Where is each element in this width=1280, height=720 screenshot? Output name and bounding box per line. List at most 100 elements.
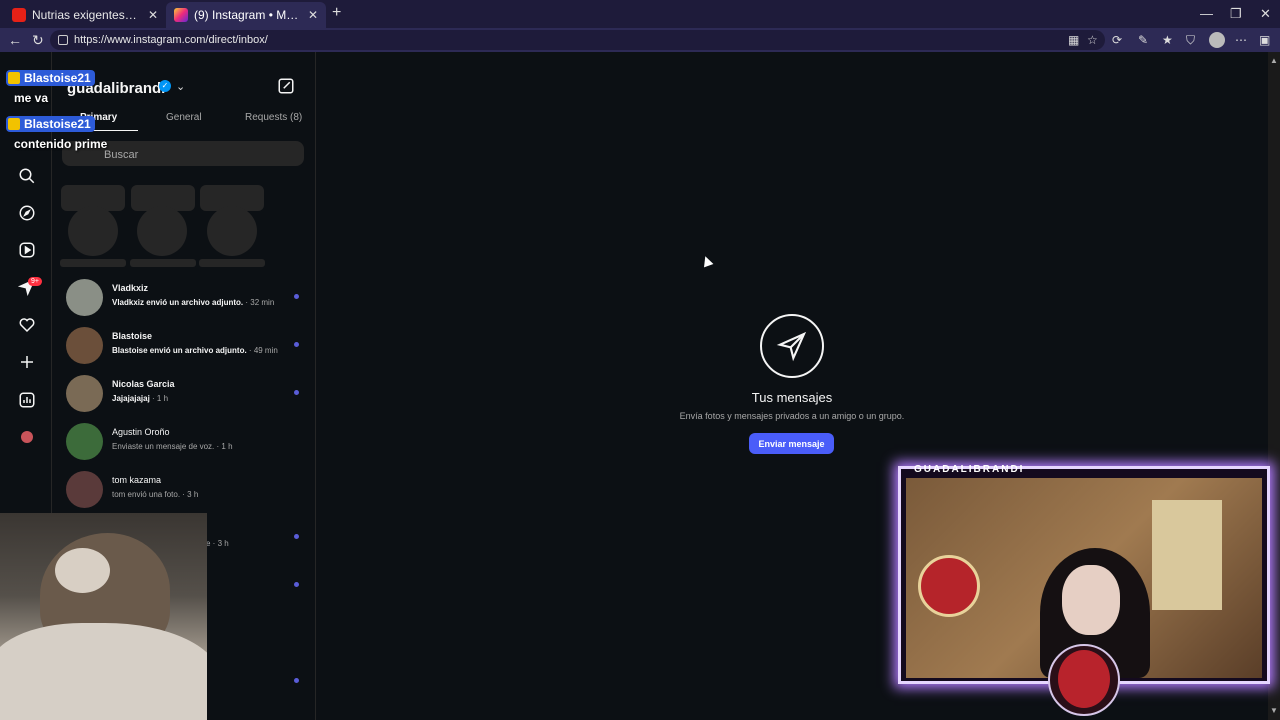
minimize-icon[interactable]: — — [1200, 6, 1213, 21]
scroll-down-icon[interactable]: ▼ — [1270, 706, 1278, 715]
compose-icon[interactable] — [277, 77, 295, 100]
conversation-name: Agustin Oroño — [112, 427, 170, 437]
subscriber-badge-icon — [8, 118, 20, 130]
notes-name-skeleton — [199, 259, 265, 267]
streamer-face — [1062, 565, 1120, 635]
notes-name-skeleton — [130, 259, 196, 267]
search-icon[interactable] — [17, 166, 37, 186]
tab-youtube[interactable]: Nutrias exigentes desayunan con ¡ ✕ — [4, 2, 166, 28]
address-bar: ← ↻ https://www.instagram.com/direct/inb… — [0, 28, 1280, 52]
conversation-name: Vladkxiz — [112, 283, 149, 293]
search-placeholder: Buscar — [104, 149, 139, 161]
messages-empty-icon — [760, 314, 824, 378]
notes-name-skeleton — [60, 259, 126, 267]
refresh-extension-icon[interactable]: ⟳ — [1112, 33, 1122, 47]
tab-title: Nutrias exigentes desayunan con ¡ — [32, 8, 140, 22]
restore-icon[interactable]: ❐ — [1230, 6, 1242, 22]
browser-tab-bar: Nutrias exigentes desayunan con ¡ ✕ (9) … — [0, 0, 1280, 28]
send-message-button[interactable]: Enviar mensaje — [749, 433, 834, 454]
more-icon[interactable]: ⋯ — [1235, 33, 1247, 47]
back-icon[interactable]: ← — [8, 32, 22, 48]
reload-icon[interactable]: ↻ — [32, 32, 44, 49]
page: { "browser": { "tabs": [ {"title": "Nutr… — [0, 0, 1280, 720]
chat-username: Blastoise21 — [6, 116, 95, 132]
conversation-preview: Vladkxiz envió un archivo adjunto. — [112, 298, 244, 307]
avatar — [66, 423, 103, 460]
unread-dot — [294, 534, 299, 539]
url-text: https://www.instagram.com/direct/inbox/ — [74, 34, 268, 46]
profile-icon[interactable] — [17, 427, 37, 447]
unread-dot — [294, 294, 299, 299]
sidebar-icon[interactable]: ▣ — [1259, 33, 1270, 47]
avatar-illustration — [1058, 650, 1110, 708]
close-window-icon[interactable]: ✕ — [1260, 6, 1271, 22]
tab-instagram[interactable]: (9) Instagram • Mensajes ✕ — [166, 2, 326, 28]
chat-user-text: Blastoise21 — [24, 71, 91, 85]
conversation-item[interactable]: tom kazama tom envió una foto. · 3 h — [66, 471, 306, 509]
avatar — [66, 279, 103, 316]
unread-dot — [294, 678, 299, 683]
avatar — [66, 375, 103, 412]
blanket — [0, 623, 207, 720]
avatar — [66, 471, 103, 508]
conversation-item[interactable]: Vladkxiz Vladkxiz envió un archivo adjun… — [66, 279, 306, 317]
tab-requests[interactable]: Requests (8) — [245, 112, 302, 123]
platform-sign-image — [918, 555, 980, 617]
conversation-name: tom kazama — [112, 475, 162, 485]
notes-avatar-skeleton — [207, 206, 257, 256]
conversation-time: · 32 min — [243, 298, 275, 307]
app-icon[interactable]: ▦ — [1068, 33, 1079, 47]
heart-icon[interactable] — [17, 315, 37, 335]
unread-dot — [294, 582, 299, 587]
new-tab-button[interactable]: + — [332, 4, 341, 22]
conversation-preview: Enviaste un mensaje de voz. — [112, 442, 215, 451]
lock-icon — [58, 35, 68, 45]
youtube-icon — [12, 8, 26, 22]
conversation-name: Blastoise — [112, 331, 153, 341]
tab-general[interactable]: General — [166, 112, 202, 123]
notification-badge: 9+ — [28, 277, 42, 286]
chat-message: contenido prime — [14, 137, 108, 151]
profile-avatar-icon[interactable] — [1209, 32, 1225, 48]
close-tab-icon[interactable]: ✕ — [148, 8, 158, 22]
chat-message: me va — [14, 91, 49, 105]
dashboard-icon[interactable] — [17, 390, 37, 410]
conversation-preview: Jajajajajaj — [112, 394, 150, 403]
otter-face — [55, 548, 110, 593]
conversation-time: · 3 h — [180, 490, 199, 499]
create-icon[interactable] — [17, 352, 37, 372]
conversation-item[interactable]: Agustin Oroño Enviaste un mensaje de voz… — [66, 423, 306, 461]
streamer-name-label: GUADALIBRANDI — [914, 464, 1025, 475]
conversation-item[interactable]: Nicolas Garcia Jajajajajaj · 1 h — [66, 375, 306, 413]
conversation-preview: Blastoise envió un archivo adjunto. — [112, 346, 247, 355]
conversation-name: Nicolas Garcia — [112, 379, 175, 389]
favorites-icon[interactable]: ★ — [1162, 33, 1173, 47]
extensions-icon[interactable]: ✎ — [1138, 33, 1148, 47]
reels-icon[interactable] — [17, 240, 37, 260]
close-tab-icon[interactable]: ✕ — [308, 8, 318, 22]
conversation-time: · 1 h — [149, 394, 169, 403]
notes-avatar-skeleton — [68, 206, 118, 256]
chat-user-text: Blastoise21 — [24, 117, 91, 131]
chevron-down-icon[interactable]: ⌄ — [176, 80, 185, 93]
shield-icon[interactable]: ⛉ — [1186, 33, 1195, 48]
conversation-item[interactable]: Blastoise Blastoise envió un archivo adj… — [66, 327, 306, 365]
wanted-poster-image — [1152, 500, 1222, 610]
scroll-up-icon[interactable]: ▲ — [1270, 56, 1278, 65]
otter-video-overlay — [0, 513, 207, 720]
unread-dot — [294, 390, 299, 395]
avatar — [66, 327, 103, 364]
chat-username: Blastoise21 — [6, 70, 95, 86]
instagram-icon — [174, 8, 188, 22]
conversation-time: · 1 h — [214, 442, 233, 451]
empty-state-title: Tus mensajes — [751, 390, 833, 405]
url-field[interactable]: https://www.instagram.com/direct/inbox/ — [50, 30, 1105, 50]
conversation-preview: tom envió una foto. — [112, 490, 181, 499]
conversation-time: · 3 h — [210, 539, 229, 548]
unread-dot — [294, 342, 299, 347]
notes-avatar-skeleton — [137, 206, 187, 256]
favorite-star-icon[interactable]: ☆ — [1087, 33, 1098, 47]
explore-icon[interactable] — [17, 203, 37, 223]
empty-state-subtitle: Envía fotos y mensajes privados a un ami… — [679, 411, 905, 421]
tab-title: (9) Instagram • Mensajes — [194, 8, 300, 22]
